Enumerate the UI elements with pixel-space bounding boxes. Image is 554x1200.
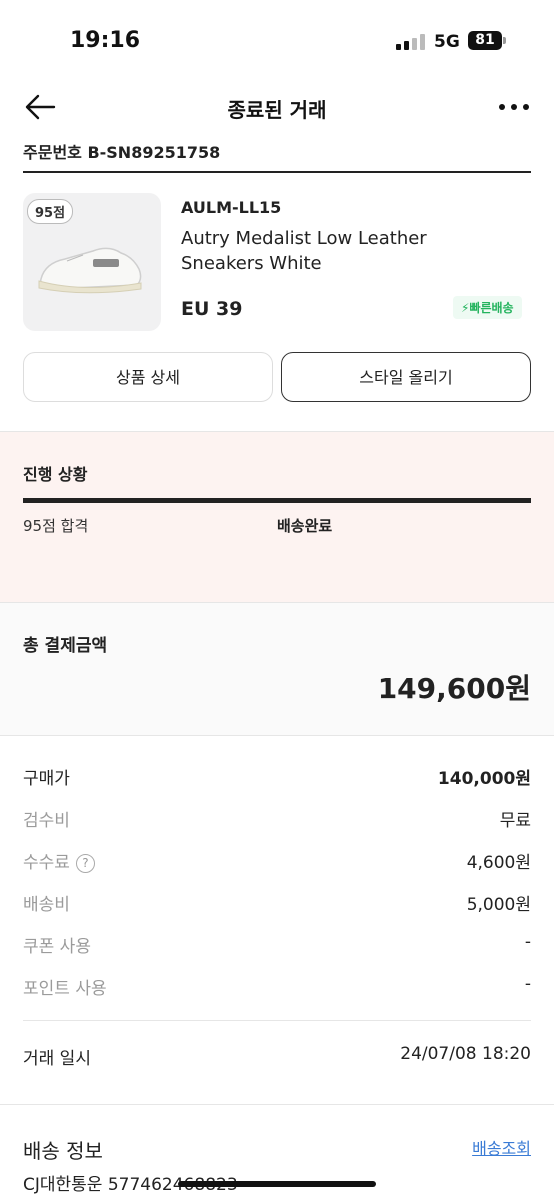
points-label: 포인트 사용 <box>23 979 107 999</box>
inspection-fee-label: 검수비 <box>23 811 70 831</box>
coupon-value: - <box>524 932 531 952</box>
page-title: 종료된 거래 <box>227 98 327 122</box>
commission-value: 4,600원 <box>466 853 531 873</box>
network-type: 5G <box>434 32 460 52</box>
status-time: 19:16 <box>70 28 141 53</box>
progress-bar <box>23 498 531 503</box>
upload-style-button[interactable]: 스타일 올리기 <box>281 352 531 402</box>
track-shipment-link[interactable]: 배송조회 <box>472 1135 531 1159</box>
purchase-price-value: 140,000원 <box>437 769 531 789</box>
divider <box>23 171 531 173</box>
fast-shipping-badge: ⚡빠른배송 <box>453 296 522 319</box>
more-options-icon[interactable] <box>498 92 530 122</box>
home-indicator[interactable] <box>178 1181 376 1187</box>
fast-shipping-label: 빠른배송 <box>469 301 514 315</box>
signal-icon <box>396 34 426 50</box>
commission-label: 수수료? <box>23 848 95 873</box>
battery-icon: 81 <box>468 31 502 50</box>
progress-title: 진행 상황 <box>23 465 88 484</box>
grade-badge: 95점 <box>27 199 74 224</box>
product-name: Autry Medalist Low Leather Sneakers Whit… <box>181 228 427 274</box>
product-model: AULM-LL15 <box>181 198 282 217</box>
divider <box>0 735 554 736</box>
shipping-info-title: 배송 정보 <box>23 1139 103 1163</box>
trade-date-label: 거래 일시 <box>23 1049 91 1069</box>
trade-date-value: 24/07/08 18:20 <box>400 1044 531 1064</box>
shipping-fee-label: 배송비 <box>23 895 70 915</box>
total-label: 총 결제금액 <box>23 636 108 656</box>
purchase-price-label: 구매가 <box>23 769 70 789</box>
battery-tip <box>503 37 506 44</box>
progress-step-delivery: 배송완료 <box>277 517 333 535</box>
product-detail-button[interactable]: 상품 상세 <box>23 352 273 402</box>
help-icon[interactable]: ? <box>75 854 95 873</box>
progress-step-inspection: 95점 합격 <box>23 517 89 535</box>
commission-label-text: 수수료 <box>23 853 70 873</box>
order-number: 주문번호 B-SN89251758 <box>23 143 221 162</box>
product-image[interactable]: 95점 <box>23 193 161 331</box>
divider <box>0 1104 554 1105</box>
points-value: - <box>524 974 531 994</box>
inspection-fee-value: 무료 <box>499 811 531 831</box>
shipping-fee-value: 5,000원 <box>466 895 531 915</box>
product-size: EU 39 <box>181 298 243 320</box>
divider <box>23 1020 531 1021</box>
total-value: 149,600원 <box>377 672 531 705</box>
coupon-label: 쿠폰 사용 <box>23 937 91 957</box>
